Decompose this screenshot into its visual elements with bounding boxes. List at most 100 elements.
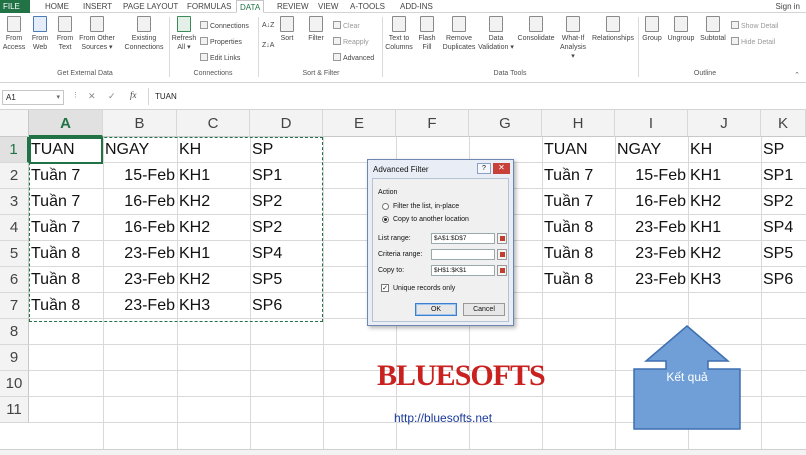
range-picker-icon[interactable] bbox=[497, 233, 507, 244]
row-header-4[interactable]: 4 bbox=[0, 215, 29, 241]
existing-connections-button[interactable]: Existing Connections bbox=[122, 16, 166, 52]
horizontal-scrollbar[interactable] bbox=[0, 449, 806, 455]
text-to-columns-button[interactable]: Text to Columns bbox=[384, 16, 414, 52]
refresh-all-button[interactable]: Refresh All ▾ bbox=[170, 16, 198, 52]
tab-add-ins[interactable]: ADD-INS bbox=[400, 0, 433, 13]
column-header-k[interactable]: K bbox=[761, 110, 806, 137]
cell[interactable]: KH bbox=[688, 137, 761, 163]
enter-icon[interactable]: ✓ bbox=[108, 91, 116, 102]
tab-a-tools[interactable]: A-TOOLS bbox=[350, 0, 385, 13]
cell[interactable]: KH3 bbox=[688, 267, 761, 293]
cell[interactable]: SP1 bbox=[761, 163, 806, 189]
collapse-ribbon-icon[interactable]: ⌃ bbox=[794, 71, 800, 79]
column-header-f[interactable]: F bbox=[396, 110, 469, 137]
cell[interactable]: KH2 bbox=[688, 241, 761, 267]
cell[interactable]: Tuần 7 bbox=[542, 189, 615, 215]
help-button[interactable]: ? bbox=[477, 163, 491, 174]
tab-page-layout[interactable]: PAGE LAYOUT bbox=[123, 0, 178, 13]
cell[interactable]: SP bbox=[761, 137, 806, 163]
clear-button[interactable]: Clear bbox=[333, 21, 360, 31]
tab-review[interactable]: REVIEW bbox=[277, 0, 309, 13]
list-range-input[interactable]: $A$1:$D$7 bbox=[431, 233, 495, 244]
cell[interactable]: 23-Feb bbox=[615, 267, 688, 293]
from-other-sources-button[interactable]: From Other Sources ▾ bbox=[78, 16, 116, 52]
column-header-b[interactable]: B bbox=[103, 110, 177, 137]
column-header-a[interactable]: A bbox=[29, 110, 103, 137]
row-header-2[interactable]: 2 bbox=[0, 163, 29, 189]
column-header-d[interactable]: D bbox=[250, 110, 323, 137]
group-button[interactable]: Group bbox=[640, 16, 664, 43]
properties-button[interactable]: Properties bbox=[200, 37, 242, 47]
from-text-button[interactable]: From Text bbox=[53, 16, 77, 52]
cancel-button[interactable]: Cancel bbox=[463, 303, 505, 316]
row-header-8[interactable]: 8 bbox=[0, 319, 29, 345]
row-header-10[interactable]: 10 bbox=[0, 371, 29, 397]
formula-input[interactable]: TUAN bbox=[148, 88, 804, 105]
copy-to-input[interactable]: $H$1:$K$1 bbox=[431, 265, 495, 276]
cell[interactable]: SP4 bbox=[761, 215, 806, 241]
data-validation-button[interactable]: Data Validation ▾ bbox=[478, 16, 514, 52]
cell[interactable]: Tuần 8 bbox=[542, 241, 615, 267]
cell[interactable]: Tuần 8 bbox=[542, 267, 615, 293]
cell[interactable]: 16-Feb bbox=[615, 189, 688, 215]
cell[interactable]: KH1 bbox=[688, 215, 761, 241]
cell[interactable]: SP2 bbox=[761, 189, 806, 215]
flash-fill-button[interactable]: Flash Fill bbox=[416, 16, 438, 52]
cell[interactable]: Tuần 8 bbox=[542, 215, 615, 241]
cell[interactable]: SP5 bbox=[761, 241, 806, 267]
edit-links-button[interactable]: Edit Links bbox=[200, 53, 240, 63]
cancel-icon[interactable]: ✕ bbox=[88, 91, 96, 102]
from-access-button[interactable]: From Access bbox=[2, 16, 26, 52]
filter-button[interactable]: Filter bbox=[305, 16, 327, 43]
row-header-11[interactable]: 11 bbox=[0, 397, 29, 423]
tab-home[interactable]: HOME bbox=[45, 0, 69, 13]
tab-formulas[interactable]: FORMULAS bbox=[187, 0, 231, 13]
select-all-corner[interactable] bbox=[0, 110, 29, 137]
cell[interactable]: Tuần 7 bbox=[542, 163, 615, 189]
relationships-button[interactable]: Relationships bbox=[590, 16, 636, 43]
cell[interactable]: KH2 bbox=[688, 189, 761, 215]
remove-duplicates-button[interactable]: Remove Duplicates bbox=[440, 16, 478, 52]
advanced-filter-button[interactable]: Advanced bbox=[333, 53, 374, 63]
chevron-down-icon[interactable]: ▾ bbox=[56, 91, 60, 104]
tab-insert[interactable]: INSERT bbox=[83, 0, 112, 13]
cell[interactable]: 23-Feb bbox=[615, 241, 688, 267]
unique-records-checkbox[interactable]: ✓ bbox=[381, 284, 389, 292]
copy-to-location-radio[interactable] bbox=[382, 216, 389, 223]
column-header-g[interactable]: G bbox=[469, 110, 542, 137]
cell[interactable]: KH1 bbox=[688, 163, 761, 189]
close-button[interactable]: ✕ bbox=[493, 163, 510, 174]
row-header-1[interactable]: 1 bbox=[0, 137, 29, 163]
from-web-button[interactable]: From Web bbox=[28, 16, 52, 52]
row-header-3[interactable]: 3 bbox=[0, 189, 29, 215]
cell[interactable]: 23-Feb bbox=[615, 215, 688, 241]
name-box[interactable]: A1 ▾ bbox=[2, 90, 64, 105]
sort-a-z-button[interactable]: A↓Z bbox=[262, 21, 274, 30]
ok-button[interactable]: OK bbox=[415, 303, 457, 316]
cell[interactable]: TUAN bbox=[542, 137, 615, 163]
ungroup-button[interactable]: Ungroup bbox=[666, 16, 696, 43]
row-header-5[interactable]: 5 bbox=[0, 241, 29, 267]
tab-data[interactable]: DATA bbox=[236, 0, 265, 13]
reapply-button[interactable]: Reapply bbox=[333, 37, 369, 47]
column-header-e[interactable]: E bbox=[323, 110, 396, 137]
connections-button[interactable]: Connections bbox=[200, 21, 249, 31]
what-if-analysis-button[interactable]: What-If Analysis ▾ bbox=[558, 16, 588, 61]
cell[interactable]: 15-Feb bbox=[615, 163, 688, 189]
cell[interactable]: SP6 bbox=[761, 267, 806, 293]
tab-file[interactable]: FILE bbox=[0, 0, 30, 13]
sort-button[interactable]: Sort bbox=[277, 16, 297, 43]
row-header-6[interactable]: 6 bbox=[0, 267, 29, 293]
criteria-range-input[interactable] bbox=[431, 249, 495, 260]
sort-z-a-button[interactable]: Z↓A bbox=[262, 41, 274, 50]
consolidate-button[interactable]: Consolidate bbox=[516, 16, 556, 43]
resize-handle-icon[interactable]: ⋮ bbox=[72, 91, 79, 99]
row-header-7[interactable]: 7 bbox=[0, 293, 29, 319]
insert-function-icon[interactable]: fx bbox=[130, 90, 137, 100]
tab-view[interactable]: VIEW bbox=[318, 0, 338, 13]
cell[interactable]: NGAY bbox=[615, 137, 688, 163]
subtotal-button[interactable]: Subtotal bbox=[698, 16, 728, 43]
sign-in-link[interactable]: Sign in bbox=[776, 0, 800, 13]
range-picker-icon[interactable] bbox=[497, 249, 507, 260]
filter-in-place-radio[interactable] bbox=[382, 203, 389, 210]
